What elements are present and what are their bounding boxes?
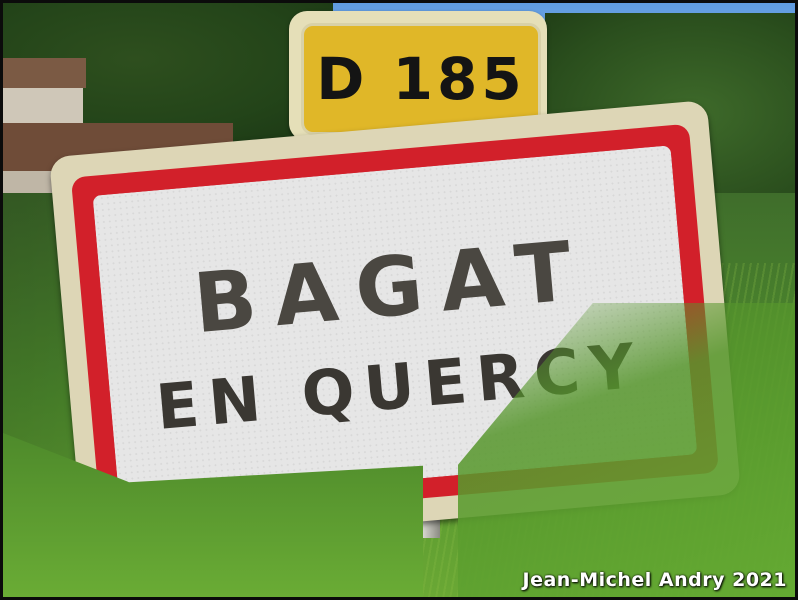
house-roof: [3, 58, 86, 88]
road-number-text: D 185: [316, 45, 526, 113]
photo-frame: D 185 BAGAT EN QUERCY Jean-Michel Andry …: [0, 0, 798, 600]
photo-credit: Jean-Michel Andry 2021: [522, 569, 787, 591]
photo: D 185 BAGAT EN QUERCY Jean-Michel Andry …: [3, 3, 795, 597]
